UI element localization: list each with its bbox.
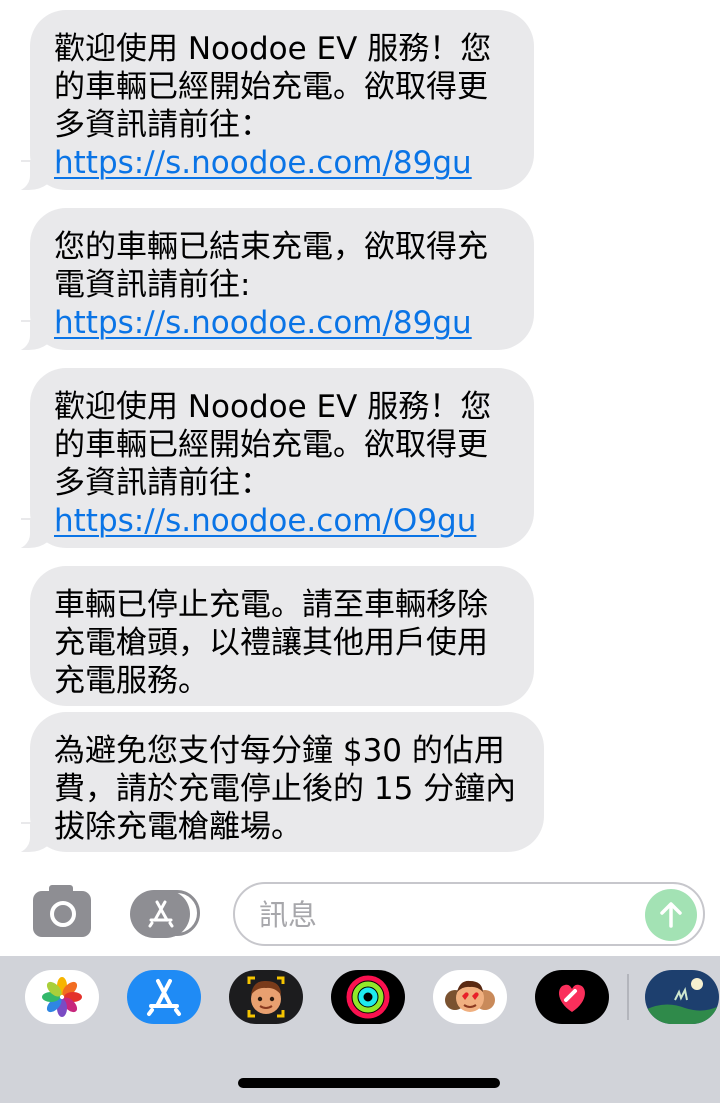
- tray-divider: [627, 974, 629, 1020]
- memoji-icon[interactable]: [229, 970, 303, 1024]
- message-bubble[interactable]: 歡迎使用 Noodoe EV 服務！您的車輛已經開始充電。欲取得更多資訊請前往：…: [4, 10, 534, 192]
- app-store-icon: [148, 900, 174, 928]
- message-text: 歡迎使用 Noodoe EV 服務！您的車輛已經開始充電。欲取得更多資訊請前往：: [54, 31, 492, 143]
- app-store-icon[interactable]: [127, 970, 201, 1024]
- camera-button[interactable]: [33, 885, 91, 937]
- camera-icon: [49, 885, 73, 893]
- message-thread: 歡迎使用 Noodoe EV 服務！您的車輛已經開始充電。欲取得更多資訊請前往：…: [0, 0, 720, 870]
- compose-bar: [0, 870, 720, 956]
- message-text: 您的車輛已結束充電，欲取得充電資訊請前往:: [54, 229, 488, 303]
- weather-app-icon[interactable]: [645, 970, 719, 1024]
- message-text: 車輛已停止充電。請至車輛移除充電槍頭，以禮讓其他用戶使用充電服務。: [54, 587, 488, 699]
- message-link[interactable]: https://s.noodoe.com/89gu: [54, 305, 472, 341]
- animoji-stickers-icon[interactable]: [433, 970, 507, 1024]
- message-text: 為避免您支付每分鐘 $30 的佔用費，請於充電停止後的 15 分鐘內拔除充電槍離…: [54, 733, 517, 845]
- arrow-up-icon: [660, 902, 682, 928]
- message-bubble[interactable]: 歡迎使用 Noodoe EV 服務！您的車輛已經開始充電。欲取得更多資訊請前往：…: [4, 368, 534, 550]
- message-bubble[interactable]: 車輛已停止充電。請至車輛移除充電槍頭，以禮讓其他用戶使用充電服務。: [30, 566, 534, 706]
- message-link[interactable]: https://s.noodoe.com/O9gu: [54, 503, 476, 539]
- message-bubble[interactable]: 您的車輛已結束充電，欲取得充電資訊請前往: https://s.noodoe.c…: [4, 208, 534, 352]
- send-button[interactable]: [645, 889, 697, 941]
- message-bubble[interactable]: 為避免您支付每分鐘 $30 的佔用費，請於充電停止後的 15 分鐘內拔除充電槍離…: [4, 712, 544, 854]
- message-field[interactable]: [233, 882, 705, 946]
- apps-button[interactable]: [130, 890, 202, 938]
- digital-touch-icon[interactable]: [535, 970, 609, 1024]
- home-indicator[interactable]: [238, 1078, 500, 1088]
- message-input[interactable]: [257, 892, 641, 938]
- message-link[interactable]: https://s.noodoe.com/89gu: [54, 145, 472, 181]
- activity-icon[interactable]: [331, 970, 405, 1024]
- message-text: 歡迎使用 Noodoe EV 服務！您的車輛已經開始充電。欲取得更多資訊請前往：: [54, 389, 492, 501]
- app-drawer: [0, 956, 720, 1103]
- photos-icon[interactable]: [25, 970, 99, 1024]
